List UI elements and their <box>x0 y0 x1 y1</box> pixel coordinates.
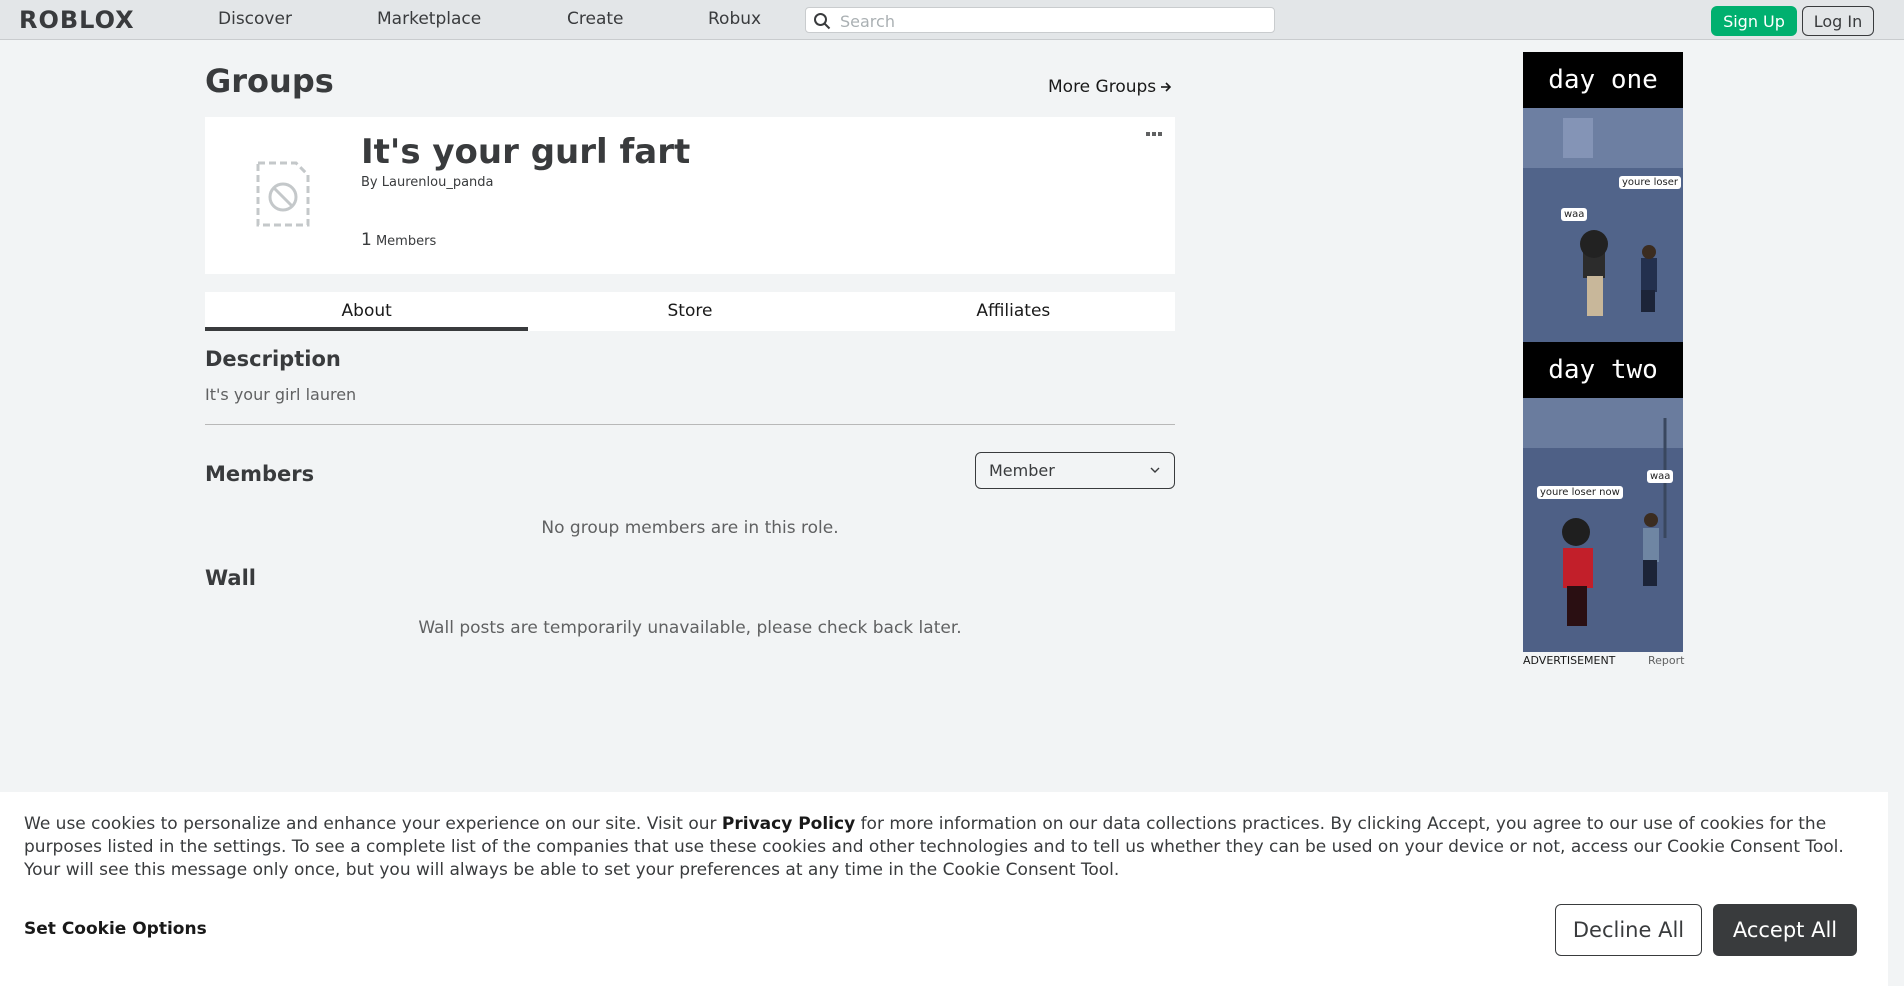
nav-discover[interactable]: Discover <box>218 9 292 29</box>
logo-text: ROBLOX <box>19 6 135 34</box>
ad-caption: ADVERTISEMENT <box>1523 654 1616 667</box>
group-tabs: About Store Affiliates <box>205 292 1175 331</box>
tab-about[interactable]: About <box>205 292 529 331</box>
ad-panel-title-2: day two <box>1523 342 1683 398</box>
ad-scene-image-2 <box>1523 398 1683 652</box>
chevron-down-icon <box>1150 467 1160 473</box>
ad-speech-bubble-3: youre loser now <box>1537 486 1623 499</box>
member-count-label: Members <box>375 234 437 249</box>
set-cookie-options-link[interactable]: Set Cookie Options <box>24 919 207 939</box>
members-title: Members <box>205 462 315 486</box>
role-select[interactable]: Member <box>975 452 1175 489</box>
search-box[interactable] <box>805 7 1275 33</box>
wall-title: Wall <box>205 566 256 590</box>
group-name: It's your gurl fart <box>361 132 691 172</box>
login-button[interactable]: Log In <box>1802 6 1874 36</box>
ad-report-link[interactable]: Report <box>1648 654 1684 667</box>
ad-panel-title-1: day one <box>1523 52 1683 108</box>
ad-speech-bubble-4: waa <box>1647 470 1674 483</box>
ad-speech-bubble-2: waa <box>1561 208 1588 221</box>
more-groups-link[interactable]: More Groups <box>1048 77 1172 97</box>
tab-store[interactable]: Store <box>528 292 851 331</box>
decline-all-button[interactable]: Decline All <box>1555 904 1702 956</box>
member-count: 1 Members <box>361 230 436 250</box>
cookie-consent-banner: We use cookies to personalize and enhanc… <box>0 792 1888 986</box>
advertisement-banner[interactable]: day one youre loser waa day two youre lo… <box>1523 52 1683 652</box>
ad-scene-image-1 <box>1523 108 1683 342</box>
ad-speech-bubble-1: youre loser <box>1619 176 1681 189</box>
search-input[interactable] <box>838 10 1262 32</box>
divider <box>205 424 1175 425</box>
wall-empty-text: Wall posts are temporarily unavailable, … <box>418 618 962 638</box>
description-text: It's your girl lauren <box>205 385 357 404</box>
nav-marketplace[interactable]: Marketplace <box>377 9 481 29</box>
description-title: Description <box>205 347 341 371</box>
top-navigation: ROBLOX Discover Marketplace Create Robux… <box>0 0 1904 40</box>
role-select-value: Member <box>989 461 1055 480</box>
members-empty-text: No group members are in this role. <box>541 518 839 538</box>
nav-create[interactable]: Create <box>567 9 624 29</box>
group-owner: By Laurenlou_panda <box>361 175 494 190</box>
page-title: Groups <box>205 62 334 100</box>
more-options-icon[interactable] <box>1145 130 1163 138</box>
scrollbar-track[interactable] <box>1888 40 1904 986</box>
cookie-message: We use cookies to personalize and enhanc… <box>24 813 1844 882</box>
owner-link[interactable]: Laurenlou_panda <box>382 175 494 190</box>
privacy-policy-link[interactable]: Privacy Policy <box>722 814 855 834</box>
tab-affiliates[interactable]: Affiliates <box>852 292 1175 331</box>
roblox-logo[interactable]: ROBLOX <box>19 6 135 34</box>
group-emblem-placeholder-icon <box>256 161 310 227</box>
owner-prefix: By <box>361 175 378 190</box>
nav-robux[interactable]: Robux <box>708 9 761 29</box>
accept-all-button[interactable]: Accept All <box>1713 904 1857 956</box>
search-icon <box>814 13 831 30</box>
signup-button[interactable]: Sign Up <box>1711 6 1797 36</box>
cookie-text-before: We use cookies to personalize and enhanc… <box>24 814 722 834</box>
arrow-right-icon <box>1161 82 1172 92</box>
member-count-number: 1 <box>361 230 372 250</box>
more-groups-label: More Groups <box>1048 77 1157 97</box>
group-header-card: It's your gurl fart By Laurenlou_panda 1… <box>205 117 1175 274</box>
